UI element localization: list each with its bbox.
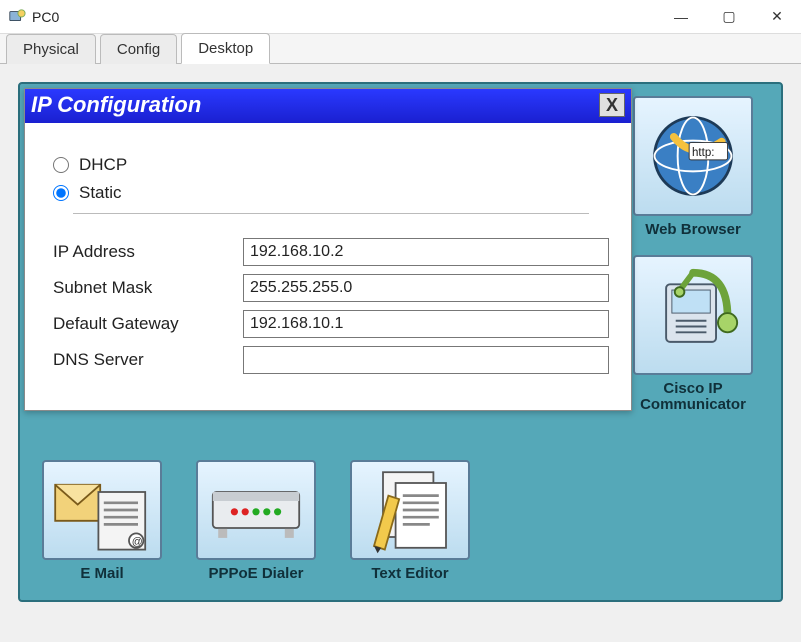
ip-config-body: DHCP Static IP Address Subnet Mask [25, 123, 631, 410]
app-web-browser-label: Web Browser [645, 222, 741, 239]
minimize-button[interactable]: — [657, 0, 705, 34]
bottom-app-row: @ E Mail [42, 460, 470, 583]
app-pppoe[interactable]: PPPoE Dialer [196, 460, 316, 583]
tab-bar: Physical Config Desktop [0, 34, 801, 64]
dhcp-radio[interactable] [53, 157, 69, 173]
globe-icon: http: [633, 96, 753, 216]
text-editor-icon [350, 460, 470, 560]
app-text-editor[interactable]: Text Editor [350, 460, 470, 583]
app-pppoe-label: PPPoE Dialer [208, 566, 303, 583]
tab-desktop[interactable]: Desktop [181, 33, 270, 64]
static-radio[interactable] [53, 185, 69, 201]
static-label: Static [79, 183, 122, 203]
dns-input[interactable] [243, 346, 609, 374]
app-email[interactable]: @ E Mail [42, 460, 162, 583]
titlebar: PC0 — ▢ ✕ [0, 0, 801, 34]
gateway-input[interactable] [243, 310, 609, 338]
maximize-button[interactable]: ▢ [705, 0, 753, 34]
ip-config-title: IP Configuration [31, 92, 201, 118]
app-email-label: E Mail [80, 566, 123, 583]
app-icon [8, 8, 26, 26]
desktop-panel: IP Configuration X DHCP Static [18, 82, 783, 602]
app-cisco-ip[interactable]: Cisco IP Communicator [623, 255, 763, 414]
ip-config-header: IP Configuration X [25, 89, 631, 123]
app-web-browser[interactable]: http: Web Browser [633, 96, 753, 239]
right-app-column: http: Web Browser [623, 96, 763, 414]
tab-physical[interactable]: Physical [6, 34, 96, 64]
envelope-icon: @ [42, 460, 162, 560]
dhcp-label: DHCP [79, 155, 127, 175]
content-area: IP Configuration X DHCP Static [0, 64, 801, 620]
modem-icon [196, 460, 316, 560]
tab-config[interactable]: Config [100, 34, 177, 64]
divider [73, 213, 589, 214]
ip-address-label: IP Address [53, 242, 243, 262]
subnet-mask-label: Subnet Mask [53, 278, 243, 298]
ip-address-input[interactable] [243, 238, 609, 266]
gateway-label: Default Gateway [53, 314, 243, 334]
ip-config-dialog: IP Configuration X DHCP Static [24, 88, 632, 411]
ip-config-close-button[interactable]: X [599, 93, 625, 117]
svg-text:@: @ [132, 536, 143, 548]
close-window-button[interactable]: ✕ [753, 0, 801, 34]
dns-label: DNS Server [53, 350, 243, 370]
headset-icon [633, 255, 753, 375]
svg-text:http:: http: [692, 147, 714, 159]
window-title: PC0 [32, 9, 59, 25]
ip-mode-group: DHCP Static [53, 155, 609, 203]
app-text-editor-label: Text Editor [371, 566, 448, 583]
app-cisco-ip-label: Cisco IP Communicator [623, 381, 763, 414]
subnet-mask-input[interactable] [243, 274, 609, 302]
